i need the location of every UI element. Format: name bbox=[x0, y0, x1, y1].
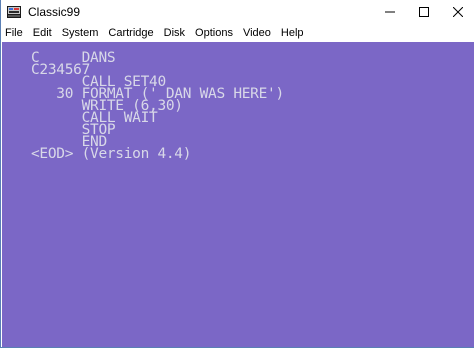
menu-disk[interactable]: Disk bbox=[159, 27, 190, 39]
title-bar[interactable]: Classic99 bbox=[1, 0, 474, 24]
maximize-button[interactable] bbox=[407, 0, 441, 24]
emulator-screen[interactable]: C DANS C234567 CALL SET40 30 FORMAT (' D… bbox=[2, 42, 474, 347]
screen-line: <EOD> (Version 4.4) bbox=[31, 146, 192, 162]
close-button[interactable] bbox=[441, 0, 474, 24]
menu-video[interactable]: Video bbox=[238, 27, 276, 39]
minimize-icon bbox=[385, 11, 395, 13]
emulator-window: Classic99 File Edit System Cartridge Dis… bbox=[0, 0, 474, 348]
close-icon bbox=[453, 7, 463, 17]
menu-bar: File Edit System Cartridge Disk Options … bbox=[1, 24, 474, 42]
classic99-app-icon[interactable] bbox=[6, 4, 22, 20]
menu-file[interactable]: File bbox=[1, 27, 28, 39]
menu-cartridge[interactable]: Cartridge bbox=[103, 27, 158, 39]
menu-options[interactable]: Options bbox=[190, 27, 238, 39]
menu-system[interactable]: System bbox=[57, 27, 104, 39]
maximize-icon bbox=[419, 7, 429, 17]
menu-edit[interactable]: Edit bbox=[28, 27, 57, 39]
window-title: Classic99 bbox=[28, 5, 81, 19]
minimize-button[interactable] bbox=[373, 0, 407, 24]
menu-help[interactable]: Help bbox=[276, 27, 309, 39]
